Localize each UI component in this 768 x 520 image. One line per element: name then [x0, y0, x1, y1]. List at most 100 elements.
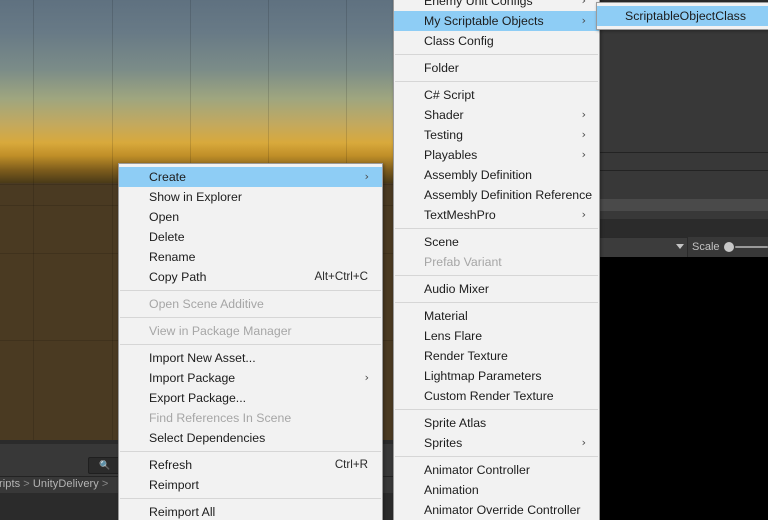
chevron-right-icon: › — [581, 128, 586, 141]
menu-separator — [120, 317, 381, 318]
menu-item-copy-path[interactable]: Copy Path Alt+Ctrl+C — [119, 267, 382, 287]
menu-item-label: Import Package — [149, 371, 236, 385]
menu-item-label: My Scriptable Objects — [424, 14, 544, 28]
menu-item-label: Audio Mixer — [424, 282, 489, 296]
create-item-audio-mixer[interactable]: Audio Mixer — [394, 279, 599, 299]
create-item-material[interactable]: Material — [394, 306, 599, 326]
create-item-scene[interactable]: Scene — [394, 232, 599, 252]
menu-item-create[interactable]: Create › — [119, 167, 382, 187]
menu-item-select-dependencies[interactable]: Select Dependencies — [119, 428, 382, 448]
create-item-assembly-definition-reference[interactable]: Assembly Definition Reference — [394, 185, 599, 205]
chevron-right-icon: › — [581, 0, 586, 7]
menu-item-import-new-asset[interactable]: Import New Asset... — [119, 348, 382, 368]
menu-item-view-in-package-manager: View in Package Manager — [119, 321, 382, 341]
chevron-right-icon: › — [581, 108, 586, 121]
create-item-animator-override-controller[interactable]: Animator Override Controller — [394, 500, 599, 520]
create-item-prefab-variant: Prefab Variant — [394, 252, 599, 272]
create-item-sprite-atlas[interactable]: Sprite Atlas — [394, 413, 599, 433]
menu-item-label: Lightmap Parameters — [424, 369, 542, 383]
create-item-c-script[interactable]: C# Script — [394, 85, 599, 105]
breadcrumb-separator: > — [23, 478, 30, 490]
menu-separator — [395, 456, 598, 457]
search-icon: 🔍 — [99, 460, 111, 470]
chevron-right-icon: › — [581, 208, 586, 221]
breadcrumb-item-scripts[interactable]: ripts — [0, 478, 20, 490]
create-item-textmeshpro[interactable]: TextMeshPro › — [394, 205, 599, 225]
menu-separator — [395, 409, 598, 410]
menu-item-open[interactable]: Open — [119, 207, 382, 227]
menu-item-shortcut: Alt+Ctrl+C — [314, 270, 368, 283]
menu-item-label: Animator Controller — [424, 463, 530, 477]
menu-item-label: Animation — [424, 483, 479, 497]
unity-editor-window: 🔍 ripts > UnityDelivery > Scale Create › Show… — [0, 0, 768, 520]
menu-item-show-in-explorer[interactable]: Show in Explorer — [119, 187, 382, 207]
search-input[interactable]: 🔍 — [88, 457, 120, 474]
menu-item-label: Find References In Scene — [149, 411, 292, 425]
menu-item-reimport[interactable]: Reimport — [119, 475, 382, 495]
menu-separator — [395, 302, 598, 303]
create-submenu[interactable]: Enemy Unit Configs › My Scriptable Objects… — [393, 0, 600, 520]
menu-separator — [395, 81, 598, 82]
menu-item-rename[interactable]: Rename — [119, 247, 382, 267]
create-item-custom-render-texture[interactable]: Custom Render Texture — [394, 386, 599, 406]
inspector-row — [600, 171, 768, 199]
menu-item-refresh[interactable]: Refresh Ctrl+R — [119, 455, 382, 475]
menu-item-label: Scene — [424, 235, 459, 249]
menu-item-label: C# Script — [424, 88, 475, 102]
menu-item-label: Reimport — [149, 478, 199, 492]
breadcrumb-item-unitydelivery[interactable]: UnityDelivery — [33, 478, 99, 490]
create-item-enemy-unit-configs[interactable]: Enemy Unit Configs › — [394, 0, 599, 11]
menu-item-label: Shader — [424, 108, 464, 122]
menu-separator — [120, 344, 381, 345]
create-item-lens-flare[interactable]: Lens Flare — [394, 326, 599, 346]
create-item-render-texture[interactable]: Render Texture — [394, 346, 599, 366]
create-item-playables[interactable]: Playables › — [394, 145, 599, 165]
filter-dropdown[interactable] — [596, 237, 688, 259]
create-item-class-config[interactable]: Class Config — [394, 31, 599, 51]
breadcrumb[interactable]: ripts > UnityDelivery > — [0, 478, 111, 490]
menu-item-open-scene-additive: Open Scene Additive — [119, 294, 382, 314]
menu-item-label: View in Package Manager — [149, 324, 292, 338]
menu-item-export-package[interactable]: Export Package... — [119, 388, 382, 408]
menu-separator — [120, 290, 381, 291]
scriptable-item-scriptableobjectclass[interactable]: ScriptableObjectClass — [597, 6, 768, 26]
create-item-my-scriptable-objects[interactable]: My Scriptable Objects › — [394, 11, 599, 31]
menu-item-label: Rename — [149, 250, 196, 264]
menu-item-label: Export Package... — [149, 391, 247, 405]
menu-item-label: Custom Render Texture — [424, 389, 554, 403]
scale-slider-track[interactable] — [735, 246, 768, 248]
create-item-testing[interactable]: Testing › — [394, 125, 599, 145]
menu-item-label: Open Scene Additive — [149, 297, 264, 311]
menu-item-label: TextMeshPro — [424, 208, 496, 222]
asset-context-menu[interactable]: Create › Show in Explorer Open Delete Rename C… — [118, 163, 383, 520]
create-item-sprites[interactable]: Sprites › — [394, 433, 599, 453]
menu-item-label: Prefab Variant — [424, 255, 502, 269]
menu-item-reimport-all[interactable]: Reimport All — [119, 502, 382, 520]
create-item-lightmap-parameters[interactable]: Lightmap Parameters — [394, 366, 599, 386]
inspector-body — [600, 10, 768, 152]
menu-item-label: Show in Explorer — [149, 190, 242, 204]
menu-item-delete[interactable]: Delete — [119, 227, 382, 247]
menu-item-label: Sprites — [424, 436, 463, 450]
menu-item-label: Lens Flare — [424, 329, 483, 343]
scale-slider-knob[interactable] — [724, 242, 734, 252]
menu-item-label: Render Texture — [424, 349, 508, 363]
my-scriptable-objects-submenu[interactable]: ScriptableObjectClass — [596, 2, 768, 30]
create-item-shader[interactable]: Shader › — [394, 105, 599, 125]
menu-item-label: Material — [424, 309, 468, 323]
menu-item-import-package[interactable]: Import Package › — [119, 368, 382, 388]
inspector-row — [600, 153, 768, 170]
create-item-animator-controller[interactable]: Animator Controller — [394, 460, 599, 480]
menu-item-label: Open — [149, 210, 180, 224]
create-item-animation[interactable]: Animation — [394, 480, 599, 500]
create-item-assembly-definition[interactable]: Assembly Definition — [394, 165, 599, 185]
menu-item-label: Playables — [424, 148, 478, 162]
chevron-down-icon — [676, 244, 684, 249]
menu-item-label: Folder — [424, 61, 459, 75]
inspector-row-selected[interactable] — [600, 199, 768, 211]
menu-item-label: Reimport All — [149, 505, 216, 519]
chevron-right-icon: › — [581, 148, 586, 161]
create-item-folder[interactable]: Folder — [394, 58, 599, 78]
menu-item-label: Assembly Definition Reference — [424, 188, 593, 202]
menu-item-label: Assembly Definition — [424, 168, 532, 182]
